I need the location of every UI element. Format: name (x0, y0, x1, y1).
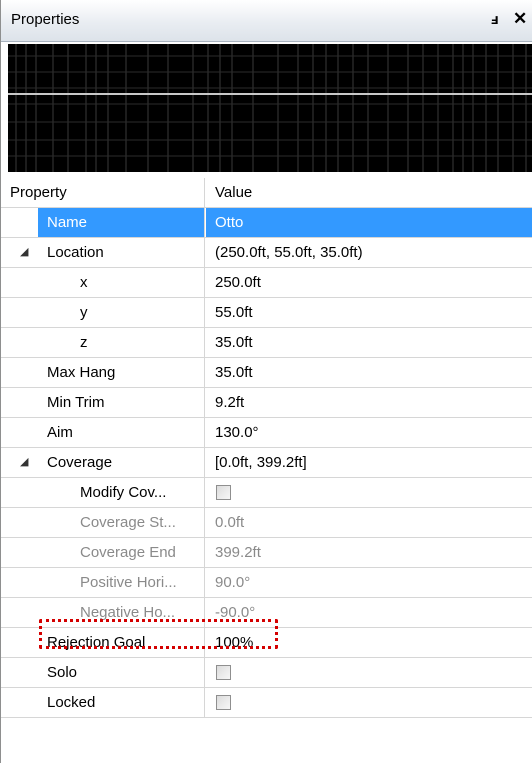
property-label: Locked (47, 694, 96, 711)
property-name-cell[interactable]: Coverage St... (1, 508, 205, 537)
property-row[interactable]: Max Hang 35.0ft (1, 358, 532, 388)
property-row[interactable]: Solo (1, 658, 532, 688)
property-value: 399.2ft (215, 544, 261, 561)
property-value-cell[interactable] (206, 478, 532, 507)
property-label: Solo (47, 664, 78, 681)
property-row[interactable]: ◢ Location (250.0ft, 55.0ft, 35.0ft) (1, 238, 532, 268)
property-name-cell[interactable]: x (1, 268, 205, 297)
property-label: Max Hang (47, 364, 116, 381)
property-value-cell[interactable]: 9.2ft (206, 388, 532, 417)
property-name-cell[interactable]: Modify Cov... (1, 478, 205, 507)
property-row[interactable]: Coverage St... 0.0ft (1, 508, 532, 538)
highlight-annotation (39, 619, 278, 649)
panel-titlebar: Properties ⅎ ✕ (1, 0, 532, 42)
property-label: Coverage St... (80, 514, 176, 531)
property-value: 35.0ft (215, 334, 253, 351)
grid-header: Property Value (1, 178, 532, 208)
property-value-cell[interactable]: 130.0° (206, 418, 532, 447)
property-label: Name (47, 214, 88, 231)
property-label: Modify Cov... (80, 484, 167, 501)
checkbox[interactable] (216, 485, 231, 500)
property-name-cell[interactable]: Aim (1, 418, 205, 447)
preview-graphic (8, 44, 532, 172)
header-property: Property (10, 184, 67, 201)
property-value-cell[interactable]: Otto (206, 208, 532, 237)
property-value-cell[interactable] (206, 688, 532, 717)
header-value: Value (215, 184, 253, 201)
property-label: Location (47, 244, 104, 261)
property-row[interactable]: ◢ Coverage [0.0ft, 399.2ft] (1, 448, 532, 478)
property-name-cell[interactable]: Locked (1, 688, 205, 717)
collapse-triangle-icon[interactable]: ◢ (20, 455, 28, 468)
collapse-triangle-icon[interactable]: ◢ (20, 245, 28, 258)
header-property-cell[interactable]: Property (1, 178, 205, 207)
properties-panel: Properties ⅎ ✕ Property Value Name Otto ◢ L… (0, 0, 532, 763)
property-name-cell[interactable]: ◢ Location (1, 238, 205, 267)
checkbox[interactable] (216, 665, 231, 680)
property-value: [0.0ft, 399.2ft] (215, 454, 307, 471)
property-label: x (80, 274, 88, 291)
property-label: Min Trim (47, 394, 105, 411)
property-value: 250.0ft (215, 274, 261, 291)
property-value-cell[interactable]: [0.0ft, 399.2ft] (206, 448, 532, 477)
header-value-cell[interactable]: Value (206, 178, 532, 207)
property-value: 130.0° (215, 424, 259, 441)
property-value: (250.0ft, 55.0ft, 35.0ft) (215, 244, 363, 261)
property-value-cell[interactable]: (250.0ft, 55.0ft, 35.0ft) (206, 238, 532, 267)
property-row[interactable]: Coverage End 399.2ft (1, 538, 532, 568)
property-row[interactable]: x 250.0ft (1, 268, 532, 298)
property-value: 55.0ft (215, 304, 253, 321)
property-row[interactable]: Locked (1, 688, 532, 718)
property-name-cell[interactable]: Positive Hori... (1, 568, 205, 597)
property-row[interactable]: Name Otto (1, 208, 532, 238)
property-row[interactable]: Positive Hori... 90.0° (1, 568, 532, 598)
property-label: Coverage End (80, 544, 176, 561)
property-name-cell[interactable]: ◢ Coverage (1, 448, 205, 477)
property-name-cell[interactable]: Solo (1, 658, 205, 687)
property-value-cell[interactable]: 90.0° (206, 568, 532, 597)
property-label: Positive Hori... (80, 574, 177, 591)
checkbox[interactable] (216, 695, 231, 710)
property-row[interactable]: Aim 130.0° (1, 418, 532, 448)
property-value: 0.0ft (215, 514, 245, 531)
panel-title: Properties (11, 11, 80, 28)
property-label: Aim (47, 424, 73, 441)
property-name-cell[interactable]: Max Hang (1, 358, 205, 387)
close-icon[interactable]: ✕ (513, 10, 529, 28)
property-value-cell[interactable]: 35.0ft (206, 328, 532, 357)
property-name-cell[interactable]: Coverage End (1, 538, 205, 567)
pin-icon[interactable]: ⅎ (491, 11, 507, 29)
property-row[interactable]: Modify Cov... (1, 478, 532, 508)
property-label: Coverage (47, 454, 113, 471)
property-value: 35.0ft (215, 364, 253, 381)
property-label: y (80, 304, 88, 321)
property-value: 90.0° (215, 574, 251, 591)
property-name-cell[interactable]: Name (1, 208, 205, 237)
property-name-cell[interactable]: z (1, 328, 205, 357)
property-value-cell[interactable]: 399.2ft (206, 538, 532, 567)
property-value-cell[interactable]: 35.0ft (206, 358, 532, 387)
property-row[interactable]: z 35.0ft (1, 328, 532, 358)
property-value: Otto (215, 214, 244, 231)
property-row[interactable]: y 55.0ft (1, 298, 532, 328)
property-value: 9.2ft (215, 394, 245, 411)
property-row[interactable]: Min Trim 9.2ft (1, 388, 532, 418)
property-label: z (80, 334, 88, 351)
property-value-cell[interactable] (206, 658, 532, 687)
property-value-cell[interactable]: 250.0ft (206, 268, 532, 297)
property-name-cell[interactable]: y (1, 298, 205, 327)
property-value-cell[interactable]: 55.0ft (206, 298, 532, 327)
property-value-cell[interactable]: 0.0ft (206, 508, 532, 537)
preview-canvas (8, 44, 532, 172)
property-name-cell[interactable]: Min Trim (1, 388, 205, 417)
